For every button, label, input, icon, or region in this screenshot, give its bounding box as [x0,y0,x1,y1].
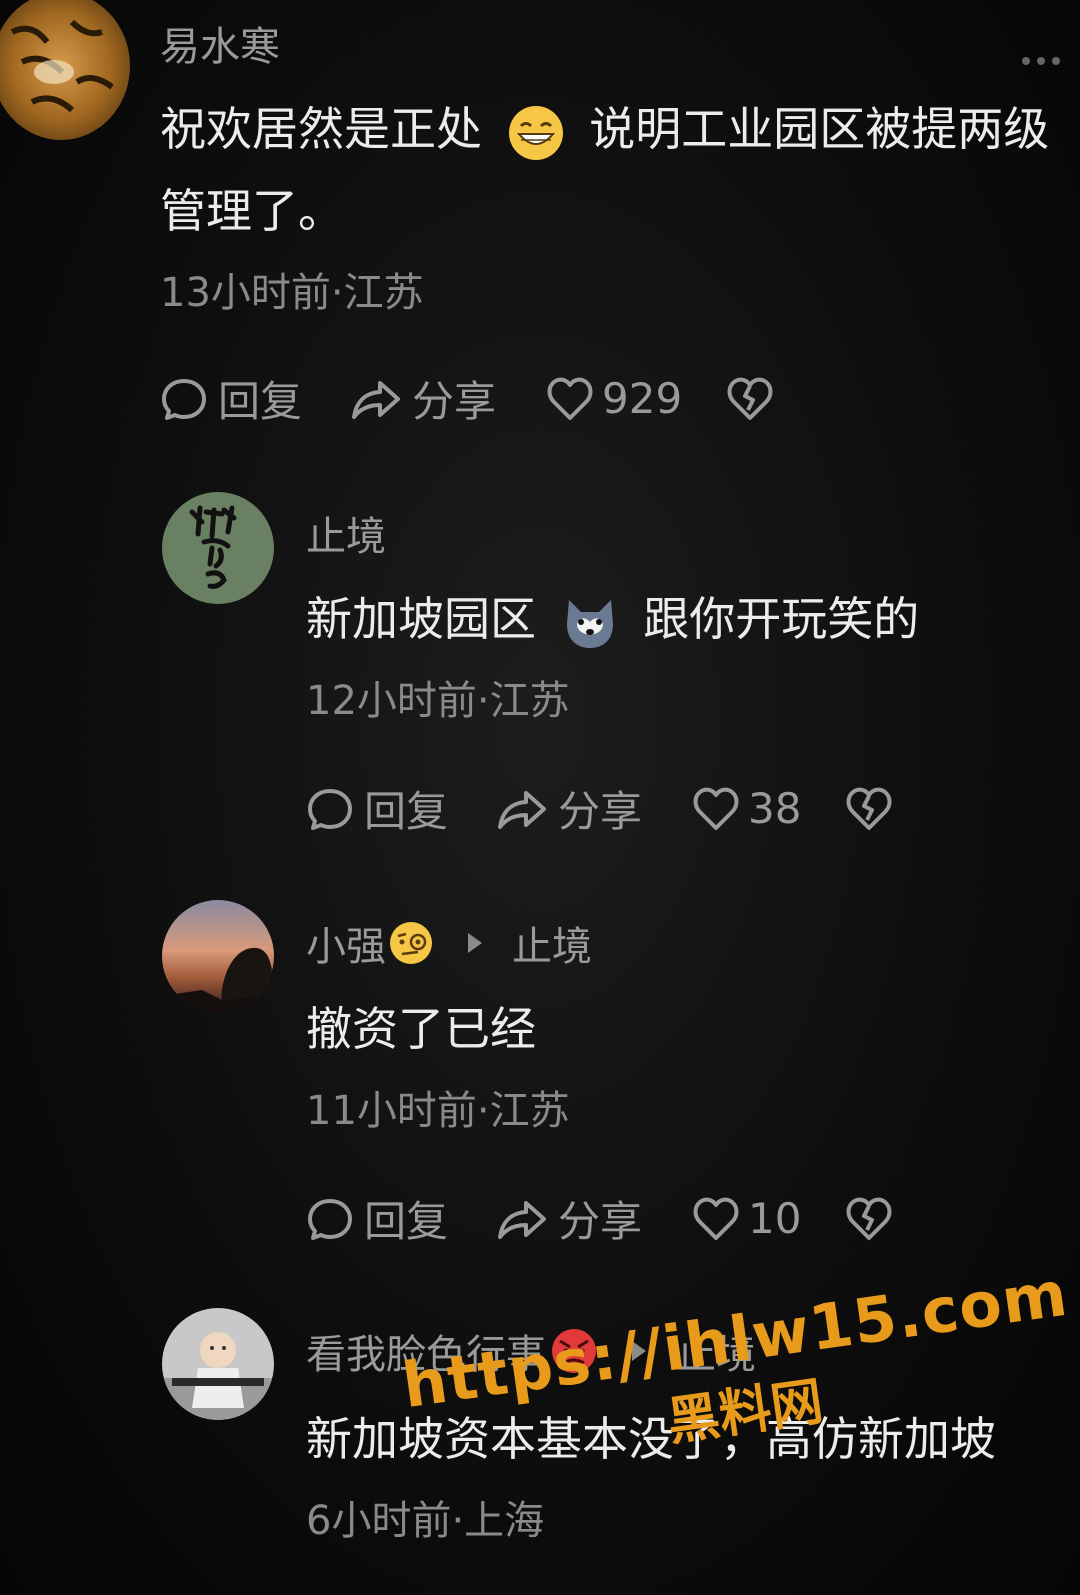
reply-button[interactable]: 回复 [306,1188,448,1249]
like-count: 10 [748,1194,802,1243]
comment-actions: 回复 分享 10 [306,1188,893,1249]
comment-meta: 6小时前·上海 [306,1498,545,1544]
comment-meta: 13小时前·江苏 [160,270,424,316]
comment-text: 撤资了已经 [306,1002,536,1056]
share-button[interactable]: 分享 [494,778,642,839]
monocle-emoji-icon [390,922,432,964]
author-name[interactable]: 小强 [306,914,386,972]
avatar-calligraphy[interactable] [162,492,274,604]
comment-text: 祝欢居然是正处 说明工业园区被提两级 管理了。 [160,88,1049,252]
comment-bubble-icon [162,378,206,420]
like-count: 38 [748,784,802,833]
reply-arrow-icon [632,1341,646,1361]
comment-meta: 12小时前·江苏 [306,678,570,724]
broken-heart-icon [727,377,773,420]
like-button[interactable]: 10 [692,1194,801,1243]
broken-heart-icon [846,1197,892,1240]
reply-to-name[interactable]: 止境 [676,1322,756,1380]
author-name[interactable]: 止境 [306,504,386,562]
comment-text-part1: 新加坡园区 [306,592,536,646]
avatar-sunset[interactable] [162,900,274,1012]
author-name[interactable]: 看我脸色行事 [306,1322,546,1380]
share-button[interactable]: 分享 [348,368,496,429]
share-arrow-icon [352,380,401,419]
broken-heart-icon [846,787,892,830]
avatar-tiger[interactable] [0,0,130,140]
like-button[interactable]: 38 [692,784,801,833]
like-button[interactable]: 929 [546,374,682,423]
more-icon[interactable] [1020,52,1062,70]
comment-text-part2: 说明工业园区被提两级 [589,102,1050,156]
angry-emoji-icon [552,1329,596,1373]
heart-icon [547,377,593,420]
comment-actions: 回复 分享 929 [160,368,774,429]
author-line: 看我脸色行事 止境 [306,1322,756,1380]
heart-icon [693,787,739,830]
comment-text: 新加坡资本基本没了，高仿新加坡 [306,1412,996,1466]
reply-button[interactable]: 回复 [160,368,302,429]
like-count: 929 [602,374,683,423]
share-arrow-icon [498,1200,547,1239]
reply-arrow-icon [468,933,482,953]
heart-icon [693,1197,739,1240]
reply-to-name[interactable]: 止境 [512,914,592,972]
share-button[interactable]: 分享 [494,1188,642,1249]
grin-emoji-icon [508,105,563,160]
comment-text-part1: 祝欢居然是正处 [160,102,482,156]
comment-text: 新加坡园区 跟你开玩笑的 [306,578,919,660]
author-line: 小强 止境 [306,914,592,972]
avatar-baby[interactable] [162,1308,274,1420]
comment-meta: 11小时前·江苏 [306,1088,570,1134]
author-name[interactable]: 易水寒 [160,14,280,72]
comment-text-line2: 管理了。 [160,184,344,238]
reply-button[interactable]: 回复 [306,778,448,839]
husky-emoji-icon [566,599,613,648]
dislike-button[interactable] [845,1196,893,1242]
comment-actions: 回复 分享 38 [306,778,893,839]
comment-bubble-icon [308,1198,352,1240]
dislike-button[interactable] [845,786,893,832]
comment-bubble-icon [308,788,352,830]
share-arrow-icon [498,790,547,829]
comment-text-part2: 跟你开玩笑的 [643,592,920,646]
dislike-button[interactable] [726,376,774,422]
